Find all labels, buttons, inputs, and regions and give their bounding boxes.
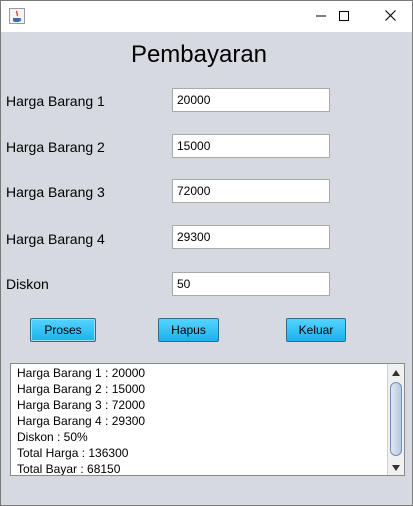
scroll-down-button[interactable] [388, 459, 404, 475]
output-line: Total Bayar : 68150 [17, 462, 121, 476]
vertical-scrollbar[interactable] [387, 364, 404, 475]
app-window: Pembayaran Harga Barang 1 Harga Barang 2… [0, 0, 413, 506]
hapus-button[interactable]: Hapus [158, 318, 219, 342]
proses-button[interactable]: Proses [30, 318, 96, 342]
output-text: Harga Barang 1 : 20000 Harga Barang 2 : … [17, 365, 146, 476]
diskon-input[interactable] [172, 272, 330, 296]
harga-barang-4-input[interactable] [172, 225, 330, 249]
harga-barang-3-input[interactable] [172, 179, 330, 203]
harga-barang-3-label: Harga Barang 3 [6, 184, 105, 200]
keluar-button[interactable]: Keluar [286, 318, 346, 342]
harga-barang-2-label: Harga Barang 2 [6, 139, 105, 155]
java-icon [9, 8, 25, 24]
harga-barang-4-label: Harga Barang 4 [6, 231, 105, 247]
output-line: Harga Barang 3 : 72000 [17, 398, 146, 412]
maximize-button[interactable] [321, 1, 367, 32]
output-line: Total Harga : 136300 [17, 446, 129, 460]
close-icon [384, 8, 396, 26]
harga-barang-1-label: Harga Barang 1 [6, 93, 105, 109]
form-title: Pembayaran [130, 41, 268, 68]
harga-barang-1-input[interactable] [172, 88, 330, 112]
arrow-down-icon [392, 458, 400, 475]
output-line: Diskon : 50% [17, 430, 88, 444]
output-text-area[interactable]: Harga Barang 1 : 20000 Harga Barang 2 : … [10, 363, 405, 476]
form-panel: Pembayaran Harga Barang 1 Harga Barang 2… [1, 32, 412, 505]
scroll-thumb[interactable] [390, 382, 402, 456]
maximize-icon [339, 8, 349, 26]
title-bar[interactable] [1, 1, 412, 32]
harga-barang-2-input[interactable] [172, 134, 330, 158]
output-line: Harga Barang 1 : 20000 [17, 366, 146, 380]
diskon-label: Diskon [6, 276, 49, 292]
output-line: Harga Barang 4 : 29300 [17, 414, 146, 428]
arrow-up-icon [392, 364, 400, 381]
output-line: Harga Barang 2 : 15000 [17, 382, 146, 396]
scroll-up-button[interactable] [388, 364, 404, 380]
close-button[interactable] [367, 1, 413, 32]
